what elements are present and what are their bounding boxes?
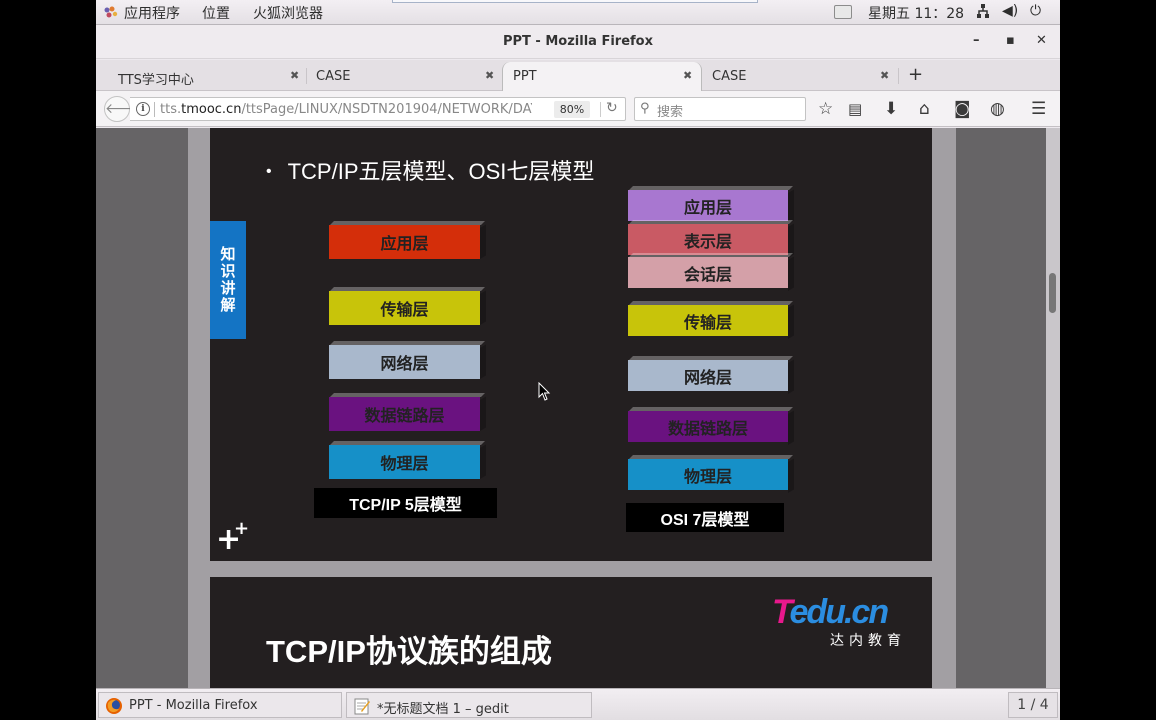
sync-icon[interactable]: ◍ [990,99,1005,119]
mouse-cursor-icon [538,382,551,401]
reload-icon[interactable]: ↻ [606,100,618,116]
home-icon[interactable]: ⌂ [919,99,930,119]
tab-label: CASE [712,69,747,84]
tab-label: PPT [513,69,537,84]
letterbox-right [1060,0,1156,720]
slide-title: TCP/IP协议族的组成 [266,634,552,669]
tcpip-layer-network: 网络层 [329,345,480,379]
osi-layer-network: 网络层 [628,360,788,391]
maximize-button[interactable]: ▪ [1006,33,1015,48]
osi-layer-application: 应用层 [628,190,788,221]
url-domain: tmooc.cn [181,102,242,117]
close-tab-icon[interactable]: ✖ [880,69,889,82]
osi-caption: OSI 7层模型 [626,503,784,532]
close-tab-icon[interactable]: ✖ [683,69,692,82]
downloads-icon[interactable]: ⬇ [884,99,898,119]
firefox-menu[interactable]: 火狐浏览器 [253,3,323,23]
apps-menu-icon [104,6,118,18]
navigation-toolbar: 🡐 i tts.tmooc.cn/ttsPage/LINUX/NSDTN2019… [96,91,1060,127]
url-path: /ttsPage/LINUX/NSDTN201904/NETWORK/DAY0 [241,102,532,117]
osi-layer-session: 会话层 [628,257,788,288]
close-tab-icon[interactable]: ✖ [290,69,299,82]
logo-subtitle: 达内教育 [830,633,906,649]
search-icon: ⚲ [640,101,650,116]
slide-protocol-suite: TCP/IP协议族的组成 Tedu.cn 达内教育 [210,577,932,688]
gedit-icon [354,698,370,715]
keyboard-icon[interactable] [834,5,852,19]
search-placeholder: 搜索 [657,105,684,120]
close-window-button[interactable]: ✕ [1036,33,1047,48]
tab-ppt[interactable]: PPT ✖ [502,62,702,91]
tab-label: CASE [316,69,351,84]
window-titlebar: PPT - Mozilla Firefox – ▪ ✕ [96,25,1060,59]
tab-case-2[interactable]: CASE ✖ [700,62,900,91]
window-preview-edge [392,0,758,3]
letterbox-left [0,0,96,720]
tab-case[interactable]: CASE ✖ [302,62,500,91]
firefox-icon [106,698,122,714]
new-tab-button[interactable]: + [908,64,923,85]
tcpip-layer-physical: 物理层 [329,445,480,479]
slide-network-models: • TCP/IP五层模型、OSI七层模型 知识讲解 应用层 传输层 网络层 数据链… [210,128,932,561]
slide-bullet: • TCP/IP五层模型、OSI七层模型 [266,154,594,186]
tab-tts[interactable]: TTS学习中心 ✖ [104,62,308,91]
page-margin-right [932,128,956,688]
logo-rest: edu.cn [789,593,890,631]
desktop-screen: 应用程序 位置 火狐浏览器 星期五 11：28 ◀︎) ⏻ PPT - Mozi… [96,0,1060,720]
reload-separator [600,102,601,117]
task-gedit[interactable]: *无标题文档 1 – gedit [346,692,592,718]
osi-layer-transport: 传输层 [628,305,788,336]
window-title: PPT - Mozilla Firefox [502,34,653,49]
url-prefix: tts. [160,102,182,117]
reading-list-icon[interactable]: ▤ [848,99,862,119]
clock[interactable]: 星期五 11：28 [868,3,964,23]
tab-separator [898,68,899,84]
url-separator [154,102,155,117]
tab-strip: TTS学习中心 ✖ CASE ✖ PPT ✖ CASE ✖ + [96,60,1060,91]
bookmark-star-icon[interactable]: ☆ [818,99,833,119]
network-icon[interactable] [976,3,990,23]
power-icon[interactable]: ⏻ [1030,3,1041,19]
url-text[interactable]: tts.tmooc.cn/ttsPage/LINUX/NSDTN201904/N… [160,102,532,117]
applications-menu[interactable]: 应用程序 [124,3,180,23]
osi-layer-physical: 物理层 [628,459,788,490]
page-margin-left [188,128,210,688]
window-list-taskbar: PPT - Mozilla Firefox *无标题文档 1 – gedit 1… [96,688,1060,720]
url-bar[interactable]: i tts.tmooc.cn/ttsPage/LINUX/NSDTN201904… [130,97,626,121]
scrollbar-thumb[interactable] [1049,273,1056,313]
task-firefox[interactable]: PPT - Mozilla Firefox [98,692,342,718]
tedu-logo: Tedu.cn 达内教育 [772,593,901,649]
task-label: *无标题文档 1 – gedit [377,702,509,717]
vertical-scrollbar[interactable] [1046,128,1060,688]
task-label: PPT - Mozilla Firefox [129,698,258,713]
page-content: • TCP/IP五层模型、OSI七层模型 知识讲解 应用层 传输层 网络层 数据链… [96,128,1060,688]
osi-layer-presentation: 表示层 [628,224,788,255]
tcpip-caption: TCP/IP 5层模型 [314,488,497,518]
logo-t: T [772,593,791,631]
places-menu[interactable]: 位置 [202,3,230,23]
logo-brand: Tedu.cn [772,593,890,631]
workspace-switcher[interactable]: 1 / 4 [1008,692,1058,718]
osi-layer-datalink: 数据链路层 [628,411,788,442]
slide-gap [210,561,932,577]
site-info-icon[interactable]: i [136,102,150,116]
volume-icon[interactable]: ◀︎) [1002,3,1018,19]
minimize-button[interactable]: – [973,33,980,48]
tab-label: TTS学习中心 [118,73,194,88]
knowledge-tag: 知识讲解 [210,221,246,339]
close-tab-icon[interactable]: ✖ [485,69,494,82]
tcpip-layer-datalink: 数据链路层 [329,397,480,431]
bullet-text: TCP/IP五层模型、OSI七层模型 [287,159,595,184]
plus-small-decoration-icon: + [234,518,250,539]
back-button[interactable]: 🡐 [104,96,143,122]
search-input[interactable]: ⚲ 搜索 [634,97,806,121]
tcpip-layer-transport: 传输层 [329,291,480,325]
tcpip-layer-application: 应用层 [329,225,480,259]
top-panel: 应用程序 位置 火狐浏览器 星期五 11：28 ◀︎) ⏻ [96,0,1060,25]
bullet-dot: • [266,163,272,180]
zoom-level-button[interactable]: 80% [554,101,590,118]
hamburger-menu-icon[interactable]: ☰ [1031,99,1046,119]
pocket-icon[interactable]: ◙ [954,99,971,119]
